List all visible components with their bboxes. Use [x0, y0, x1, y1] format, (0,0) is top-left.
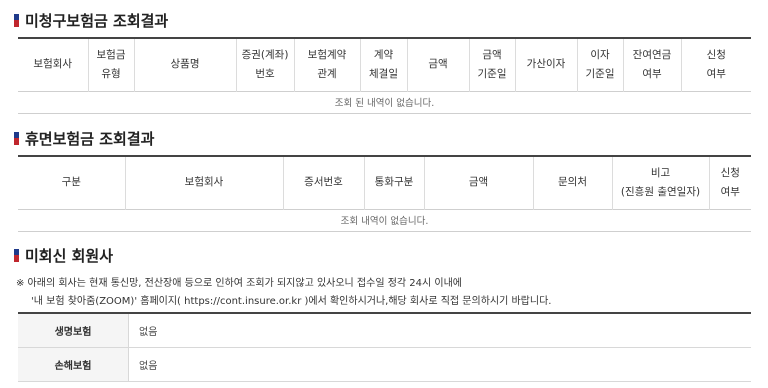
unclaimed-section-title: 미청구보험금 조회결과 [14, 9, 168, 31]
dormant-table: 구분 보험회사 증서번호 통화구분 금액 문의처 비고 (진흥원 출연일자) 신청… [18, 155, 751, 232]
col-interest-date: 이자 기준일 [576, 38, 623, 91]
dormant-header-row: 구분 보험회사 증서번호 통화구분 금액 문의처 비고 (진흥원 출연일자) 신청… [18, 156, 751, 209]
col-remarks: 비고 (진흥원 출연일자) [611, 156, 709, 209]
col-contact: 문의처 [532, 156, 612, 209]
life-insurance-value: 없음 [139, 327, 158, 338]
dormant-title: 휴면보험금 조회결과 [25, 129, 155, 148]
col-applied: 신청 여부 [680, 38, 751, 91]
page: 미청구보험금 조회결과 보험회사 보험금 유형 상품명 증권(계좌) 번호 보험계약… [0, 0, 768, 388]
col-currency: 통화구분 [363, 156, 424, 209]
unclaimed-empty-message: 조회 된 내역이 없습니다. [18, 91, 751, 114]
flag-icon [14, 13, 19, 27]
unclaimed-table: 보험회사 보험금 유형 상품명 증권(계좌) 번호 보험계약 관계 계약 체결일 금액 … [18, 37, 751, 114]
col-applied: 신청 여부 [708, 156, 751, 209]
dormant-section-title: 휴면보험금 조회결과 [14, 127, 154, 149]
col-contract-relation: 보험계약 관계 [293, 38, 360, 91]
dormant-empty-message: 조회 내역이 없습니다. [18, 209, 751, 232]
members-row-nonlife: 손해보험 없음 [18, 348, 751, 382]
members-table: 생명보험 없음 손해보험 없음 [18, 312, 751, 382]
life-insurance-label: 생명보험 [18, 314, 129, 347]
flag-icon [14, 248, 19, 262]
col-insurer: 보험회사 [124, 156, 283, 209]
col-contract-date: 계약 체결일 [359, 38, 407, 91]
flag-icon [14, 131, 19, 145]
col-amount: 금액 [406, 38, 469, 91]
members-row-life: 생명보험 없음 [18, 314, 751, 348]
members-section-title: 미회신 회원사 [14, 244, 113, 266]
nonlife-insurance-label: 손해보험 [18, 348, 129, 381]
unclaimed-title: 미청구보험금 조회결과 [25, 11, 169, 30]
col-remaining-pension: 잔여연금 여부 [622, 38, 681, 91]
col-insurer: 보험회사 [33, 58, 73, 71]
col-certificate-number: 증서번호 [282, 156, 364, 209]
members-notice-line1: ※ 아래의 회사는 현재 통신망, 전산장애 등으로 인하여 조회가 되지않고 … [16, 278, 462, 289]
members-notice-line2: '내 보험 찾아줌(ZOOM)' 홈페이지( https://cont.insu… [31, 296, 552, 307]
members-title: 미회신 회원사 [25, 246, 114, 265]
unclaimed-header-row: 보험회사 보험금 유형 상품명 증권(계좌) 번호 보험계약 관계 계약 체결일 금액 … [18, 38, 751, 91]
nonlife-insurance-value: 없음 [139, 361, 158, 372]
col-policy-number: 증권(계좌) 번호 [235, 38, 294, 91]
col-category: 구분 [61, 176, 81, 189]
col-added-interest: 가산이자 [514, 38, 577, 91]
col-amount-date: 금액 기준일 [468, 38, 515, 91]
col-product-name: 상품명 [133, 38, 236, 91]
col-claim-type: 보험금 유형 [87, 38, 134, 91]
col-amount: 금액 [423, 156, 533, 209]
